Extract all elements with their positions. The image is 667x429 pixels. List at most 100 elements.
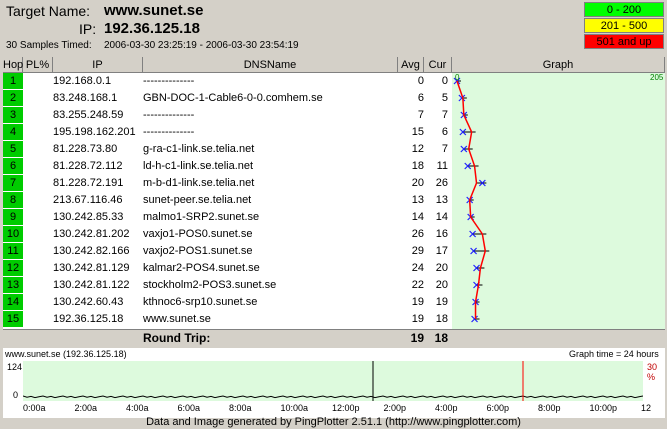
row-avg: 0: [417, 75, 424, 87]
row-dns: vaxjo1-POS0.sunet.se: [143, 228, 253, 240]
col-hop[interactable]: Hop: [3, 57, 23, 73]
row-ip: 130.242.81.129: [53, 262, 130, 274]
col-avg[interactable]: Avg: [398, 57, 424, 73]
history-latency-line: [23, 395, 643, 399]
table-row[interactable]: 10 130.242.81.202 vaxjo1-POS0.sunet.se 26 16: [3, 226, 452, 242]
row-cur: 19: [435, 296, 448, 308]
row-hop: 1: [3, 73, 23, 89]
history-tick-label: 12:00p: [332, 403, 360, 413]
row-dns: ld-h-c1-link.se.telia.net: [143, 160, 254, 172]
col-dns[interactable]: DNSName: [143, 57, 398, 73]
table-row[interactable]: 15 192.36.125.18 www.sunet.se 19 18: [3, 311, 452, 327]
row-hop: 3: [3, 107, 23, 123]
row-avg: 14: [411, 211, 424, 223]
table-row[interactable]: 1 192.168.0.1 -------------- 0 0: [3, 73, 452, 89]
table-row[interactable]: 11 130.242.82.166 vaxjo2-POS1.sunet.se 29 17: [3, 243, 452, 259]
row-ip: 130.242.85.33: [53, 211, 124, 223]
row-avg: 15: [411, 126, 424, 138]
row-ip: 192.36.125.18: [53, 313, 124, 325]
row-ip: 130.242.60.43: [53, 296, 124, 308]
row-hop: 12: [3, 260, 23, 276]
table-row[interactable]: 2 83.248.168.1 GBN-DOC-1-Cable6-0-0.comhem…: [3, 90, 452, 106]
row-hop: 10: [3, 226, 23, 242]
row-ip: 83.255.248.59: [53, 109, 124, 121]
row-cur: 18: [435, 313, 448, 325]
history-tick-label: 0:00a: [23, 403, 46, 413]
history-tick-label: 4:00a: [126, 403, 149, 413]
row-hop: 15: [3, 311, 23, 327]
row-ip: 192.168.0.1: [53, 75, 112, 87]
row-avg: 12: [411, 143, 424, 155]
history-tick-label: 8:00p: [538, 403, 561, 413]
table-row[interactable]: 4 195.198.162.201 -------------- 15 6: [3, 124, 452, 140]
row-dns: --------------: [143, 75, 195, 87]
col-pl[interactable]: PL%: [23, 57, 53, 73]
row-dns: www.sunet.se: [143, 313, 211, 325]
row-cur: 20: [435, 262, 448, 274]
row-hop: 9: [3, 209, 23, 225]
round-trip-label: Round Trip:: [143, 331, 211, 345]
history-tick-label: 12: [641, 403, 652, 413]
row-ip: 195.198.162.201: [53, 126, 136, 138]
table-row[interactable]: 7 81.228.72.191 m-b-d1-link.se.telia.net 20…: [3, 175, 452, 191]
table-row[interactable]: 12 130.242.81.129 kalmar2-POS4.sunet.se 24 2…: [3, 260, 452, 276]
row-dns: vaxjo2-POS1.sunet.se: [143, 245, 253, 257]
row-cur: 7: [441, 109, 448, 121]
row-hop: 4: [3, 124, 23, 140]
round-trip-cur: 18: [434, 331, 448, 345]
table-row[interactable]: 5 81.228.73.80 g-ra-c1-link.se.telia.net 12…: [3, 141, 452, 157]
trace-table: Hop PL% IP DNSName Avg Cur Graph 1 192.16…: [3, 57, 665, 346]
footer-credit: Data and Image generated by PingPlotter …: [146, 416, 521, 428]
history-tick-label: 8:00a: [229, 403, 252, 413]
row-cur: 17: [435, 245, 448, 257]
row-hop: 7: [3, 175, 23, 191]
col-ip[interactable]: IP: [53, 57, 143, 73]
row-cur: 7: [441, 143, 448, 155]
row-cur: 11: [436, 160, 448, 172]
table-row[interactable]: 8 213.67.116.46 sunet-peer.se.telia.net 13 1…: [3, 192, 452, 208]
table-row[interactable]: 3 83.255.248.59 -------------- 7 7: [3, 107, 452, 123]
history-tick-label: 6:00a: [177, 403, 201, 413]
table-row[interactable]: 6 81.228.72.112 ld-h-c1-link.se.telia.net 1…: [3, 158, 452, 174]
row-cur: 26: [435, 177, 448, 189]
row-hop: 5: [3, 141, 23, 157]
row-dns: kthnoc6-srp10.sunet.se: [143, 296, 258, 308]
row-avg: 29: [411, 245, 424, 257]
history-tick-label: 6:00p: [486, 403, 510, 413]
row-avg: 19: [411, 313, 424, 325]
row-ip: 81.228.72.112: [53, 160, 123, 172]
row-avg: 24: [411, 262, 424, 274]
history-tick-label: 10:00a: [280, 403, 309, 413]
row-dns: stockholm2-POS3.sunet.se: [143, 279, 277, 291]
legend-item: 0 - 200: [584, 2, 664, 17]
row-dns: sunet-peer.se.telia.net: [143, 194, 252, 206]
row-avg: 18: [411, 160, 424, 172]
row-hop: 8: [3, 192, 23, 208]
row-hop: 13: [3, 277, 23, 293]
row-dns: kalmar2-POS4.sunet.se: [143, 262, 260, 274]
row-hop: 11: [3, 243, 23, 259]
table-row[interactable]: 14 130.242.60.43 kthnoc6-srp10.sunet.se 19 1…: [3, 294, 452, 310]
row-dns: g-ra-c1-link.se.telia.net: [143, 143, 255, 155]
row-avg: 13: [411, 194, 424, 206]
row-avg: 26: [411, 228, 424, 240]
round-trip-row: Round Trip: 19 18: [3, 329, 665, 346]
row-cur: 14: [435, 211, 448, 223]
graph-scale-min: 0: [455, 73, 460, 82]
history-tick-label: 10:00p: [589, 403, 618, 413]
round-trip-avg: 19: [410, 331, 424, 345]
row-hop: 2: [3, 90, 23, 106]
row-dns: GBN-DOC-1-Cable6-0-0.comhem.se: [143, 92, 323, 104]
table-row[interactable]: 9 130.242.85.33 malmo1-SRP2.sunet.se 14 14: [3, 209, 452, 225]
col-graph[interactable]: Graph: [452, 57, 665, 73]
ip-label: IP:: [79, 21, 97, 37]
history-tick-label: 4:00p: [435, 403, 458, 413]
legend-item: 501 and up: [584, 34, 664, 49]
row-ip: 130.242.81.202: [53, 228, 130, 240]
row-hop: 14: [3, 294, 23, 310]
row-hop: 6: [3, 158, 23, 174]
time-range: 2006-03-30 23:25:19 - 2006-03-30 23:54:1…: [104, 40, 299, 51]
table-row[interactable]: 13 130.242.81.122 stockholm2-POS3.sunet.se…: [3, 277, 452, 293]
history-title: www.sunet.se (192.36.125.18): [5, 349, 127, 359]
col-cur[interactable]: Cur: [424, 57, 452, 73]
